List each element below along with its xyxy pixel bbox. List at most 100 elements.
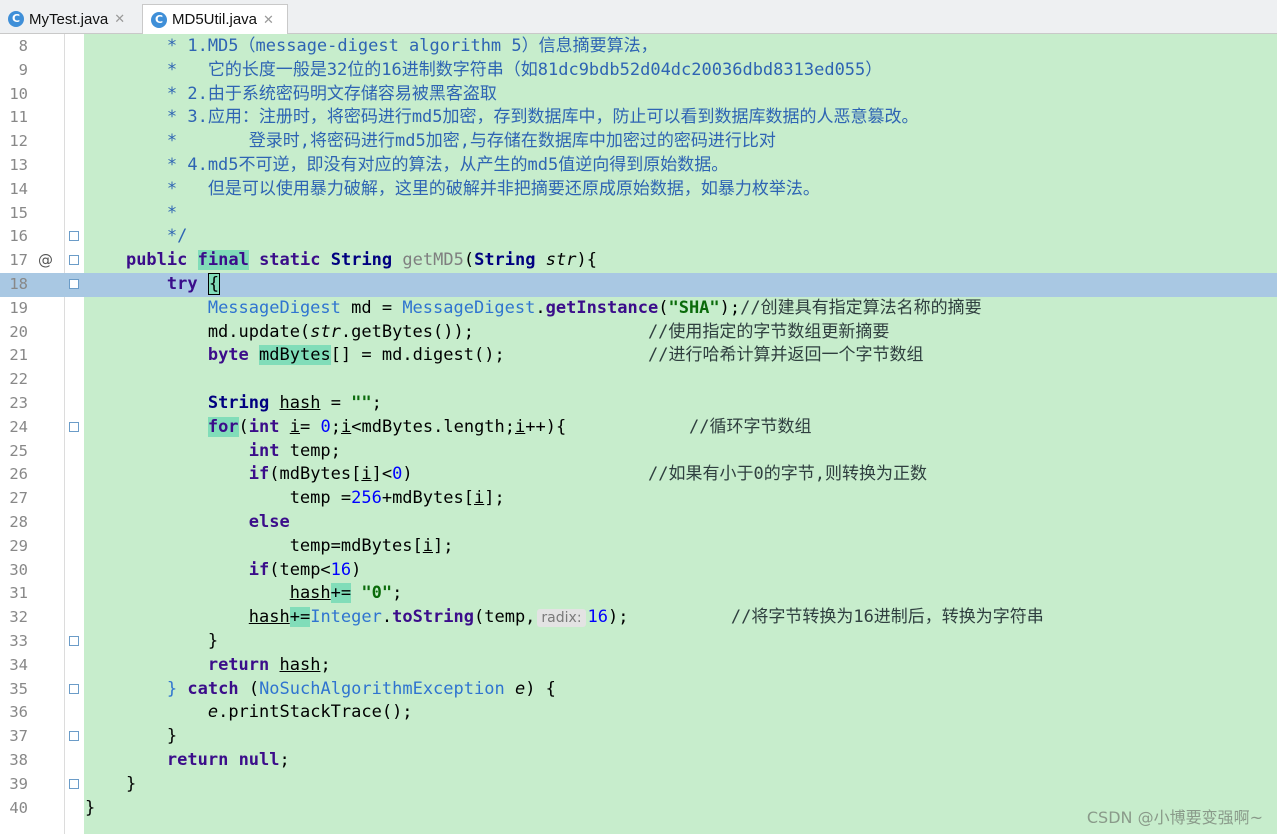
code-line-24[interactable]: 24 for(int i= 0;i<mdBytes.length;i++){ /… — [0, 416, 1277, 440]
close-icon[interactable]: ✕ — [263, 12, 274, 28]
line-number: 21 — [9, 346, 28, 365]
code-line-15[interactable]: 15 * — [0, 202, 1277, 226]
code-line-18[interactable]: 18 try { — [0, 273, 1277, 297]
code-line-26[interactable]: 26 if(mdBytes[i]<0) //如果有小于0的字节,则转换为正数 — [0, 463, 1277, 487]
code-token: i — [422, 535, 434, 556]
code-text: * — [85, 202, 177, 226]
fold-toggle-icon[interactable] — [69, 255, 79, 266]
fold-toggle-icon[interactable] — [69, 421, 79, 432]
code-line-22[interactable]: 22 — [0, 368, 1277, 392]
code-line-34[interactable]: 34 return hash; — [0, 654, 1277, 678]
tab-label: MD5Util.java — [172, 11, 258, 28]
code-token: int — [248, 416, 280, 437]
code-line-37[interactable]: 37 } — [0, 725, 1277, 749]
fold-toggle-icon[interactable] — [69, 683, 79, 694]
code-line-36[interactable]: 36 e.printStackTrace(); — [0, 701, 1277, 725]
code-text: MessageDigest md = MessageDigest.getInst… — [85, 297, 982, 321]
line-number: 26 — [9, 465, 28, 484]
code-token: Integer — [310, 607, 382, 628]
code-text: hash+=Integer.toString(temp, radix: 16); /… — [85, 606, 1044, 630]
code-line-19[interactable]: 19 MessageDigest md = MessageDigest.getI… — [0, 297, 1277, 321]
close-icon[interactable]: ✕ — [114, 11, 125, 27]
fold-toggle-icon[interactable] — [69, 636, 79, 646]
code-line-21[interactable]: 21 byte mdBytes[] = md.digest(); //进行哈希计… — [0, 344, 1277, 368]
code-line-16[interactable]: 16 */ — [0, 225, 1277, 249]
fold-toggle-icon[interactable] — [69, 778, 79, 789]
code-line-10[interactable]: 10 * 2.由于系统密码明文存储容易被黑客盗取 — [0, 83, 1277, 107]
code-line-40[interactable]: 40} — [0, 797, 1277, 821]
code-token: else — [248, 512, 290, 532]
editor-tab-bar: C MyTest.java ✕ C MD5Util.java ✕ — [0, 0, 1277, 34]
code-token: . — [381, 607, 393, 628]
code-text: byte mdBytes[] = md.digest(); //进行哈希计算并返… — [85, 344, 923, 368]
code-line-33[interactable]: 33 } — [0, 630, 1277, 654]
fold-toggle-icon[interactable] — [69, 731, 79, 742]
code-token: //创建具有指定算法名称的摘要 — [740, 297, 982, 318]
code-line-17[interactable]: 17 @ public final static String getMD5(St… — [0, 249, 1277, 273]
fold-toggle-icon[interactable] — [69, 231, 79, 242]
code-token: ; — [330, 416, 341, 437]
code-token: e — [514, 678, 526, 699]
code-token: "" — [351, 393, 372, 413]
code-text: else — [85, 511, 290, 535]
code-token: String — [474, 250, 536, 271]
code-line-8[interactable]: 8 * 1.MD5（message-digest algorithm 5）信息摘… — [0, 35, 1277, 59]
code-line-25[interactable]: 25 int temp; — [0, 440, 1277, 464]
code-token: += — [330, 583, 352, 604]
code-token: ; — [371, 393, 382, 413]
code-token: * — [85, 202, 178, 223]
code-line-35[interactable]: 35 } catch (NoSuchAlgorithmException e) … — [0, 678, 1277, 702]
code-line-29[interactable]: 29 temp=mdBytes[i]; — [0, 535, 1277, 559]
code-token: ++){ — [525, 416, 690, 437]
code-line-13[interactable]: 13 * 4.md5不可逆，即没有对应的算法，从产生的md5值逆向得到原始数据。 — [0, 154, 1277, 178]
code-token: ) { — [525, 678, 556, 699]
code-line-32[interactable]: 32 hash+=Integer.toString(temp, radix: 16)… — [0, 606, 1277, 630]
tab-mytest[interactable]: C MyTest.java ✕ — [0, 4, 138, 34]
code-token: ){ — [576, 250, 597, 271]
fold-toggle-icon[interactable] — [69, 279, 79, 289]
code-line-28[interactable]: 28 else — [0, 511, 1277, 535]
code-token: i — [473, 488, 485, 509]
line-number: 18 — [9, 275, 28, 293]
code-text: if(temp<16) — [85, 559, 362, 583]
code-token: * 4.md5不可逆，即没有对应的算法，从产生的md5值逆向得到原始数据。 — [85, 155, 729, 175]
code-token: NoSuchAlgorithmException — [259, 678, 505, 699]
code-line-11[interactable]: 11 * 3.应用：注册时，将密码进行md5加密，存到数据库中，防止可以看到数据… — [0, 106, 1277, 130]
code-token: ; — [279, 750, 290, 770]
code-token: } — [85, 797, 96, 818]
code-line-12[interactable]: 12 * 登录时,将密码进行md5加密,与存储在数据库中加密过的密码进行比对 — [0, 130, 1277, 154]
code-token: MessageDigest — [207, 297, 341, 318]
code-line-20[interactable]: 20 md.update(str.getBytes()); //使用指定的字节数… — [0, 321, 1277, 345]
code-token: hash — [289, 583, 331, 604]
line-number: 40 — [9, 798, 28, 817]
code-line-9[interactable]: 9 * 它的长度一般是32位的16进制数字符串（如81dc9bdb52d04dc… — [0, 59, 1277, 83]
code-token: try — [166, 274, 198, 294]
code-line-23[interactable]: 23 String hash = ""; — [0, 392, 1277, 416]
java-class-icon: C — [8, 11, 24, 27]
code-line-30[interactable]: 30 if(temp<16) — [0, 559, 1277, 583]
code-line-27[interactable]: 27 temp =256+mdBytes[i]; — [0, 487, 1277, 511]
code-line-38[interactable]: 38 return null; — [0, 749, 1277, 773]
code-token: .printStackTrace(); — [218, 702, 413, 723]
line-number: 17 — [9, 251, 28, 270]
code-token: +mdBytes[ — [381, 488, 474, 509]
code-token: } — [85, 773, 137, 794]
code-text: * 4.md5不可逆，即没有对应的算法，从产生的md5值逆向得到原始数据。 — [85, 154, 728, 178]
code-line-14[interactable]: 14 * 但是可以使用暴力破解，这里的破解并非把摘要还原成原始数据，如暴力枚举法… — [0, 178, 1277, 202]
tab-md5util[interactable]: C MD5Util.java ✕ — [142, 4, 288, 34]
watermark: CSDN @小博要变强啊~ — [1086, 808, 1263, 827]
override-marker-icon[interactable]: @ — [38, 249, 53, 273]
code-line-31[interactable]: 31 hash+= "0"; — [0, 582, 1277, 606]
code-line-39[interactable]: 39 } — [0, 773, 1277, 797]
code-token: "0" — [361, 583, 393, 604]
code-token: ) — [402, 464, 648, 485]
code-token: 0 — [320, 416, 331, 437]
